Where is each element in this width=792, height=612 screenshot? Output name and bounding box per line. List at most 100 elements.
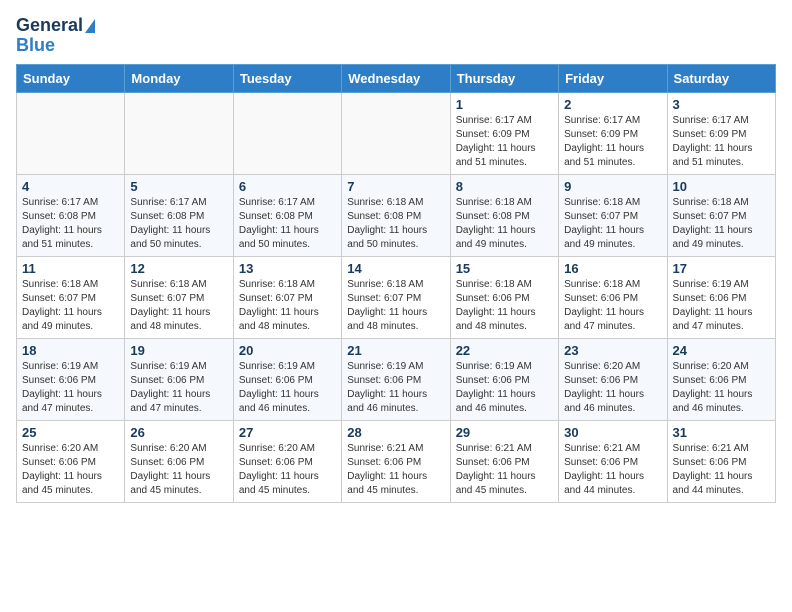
calendar-cell: 9 Sunrise: 6:18 AM Sunset: 6:07 PM Daylig…: [559, 174, 667, 256]
calendar: SundayMondayTuesdayWednesdayThursdayFrid…: [16, 64, 776, 503]
logo-text-blue: Blue: [16, 36, 55, 56]
calendar-cell: 20 Sunrise: 6:19 AM Sunset: 6:06 PM Dayli…: [233, 338, 341, 420]
day-info: Sunrise: 6:19 AM Sunset: 6:06 PM Dayligh…: [673, 278, 770, 334]
day-info: Sunrise: 6:20 AM Sunset: 6:06 PM Dayligh…: [22, 442, 119, 498]
calendar-cell: 29 Sunrise: 6:21 AM Sunset: 6:06 PM Dayli…: [450, 420, 558, 502]
day-number: 23: [564, 343, 661, 358]
day-info: Sunrise: 6:17 AM Sunset: 6:08 PM Dayligh…: [130, 196, 227, 252]
day-number: 11: [22, 261, 119, 276]
day-number: 30: [564, 425, 661, 440]
header: General Blue: [16, 16, 776, 56]
day-info: Sunrise: 6:19 AM Sunset: 6:06 PM Dayligh…: [347, 360, 444, 416]
calendar-cell: 3 Sunrise: 6:17 AM Sunset: 6:09 PM Daylig…: [667, 92, 775, 174]
day-number: 2: [564, 97, 661, 112]
day-info: Sunrise: 6:20 AM Sunset: 6:06 PM Dayligh…: [564, 360, 661, 416]
calendar-cell: 5 Sunrise: 6:17 AM Sunset: 6:08 PM Daylig…: [125, 174, 233, 256]
day-info: Sunrise: 6:21 AM Sunset: 6:06 PM Dayligh…: [673, 442, 770, 498]
day-info: Sunrise: 6:21 AM Sunset: 6:06 PM Dayligh…: [456, 442, 553, 498]
day-info: Sunrise: 6:18 AM Sunset: 6:06 PM Dayligh…: [456, 278, 553, 334]
calendar-cell: 28 Sunrise: 6:21 AM Sunset: 6:06 PM Dayli…: [342, 420, 450, 502]
day-number: 22: [456, 343, 553, 358]
week-row-4: 18 Sunrise: 6:19 AM Sunset: 6:06 PM Dayli…: [17, 338, 776, 420]
day-number: 12: [130, 261, 227, 276]
calendar-cell: 30 Sunrise: 6:21 AM Sunset: 6:06 PM Dayli…: [559, 420, 667, 502]
day-info: Sunrise: 6:18 AM Sunset: 6:07 PM Dayligh…: [347, 278, 444, 334]
day-info: Sunrise: 6:21 AM Sunset: 6:06 PM Dayligh…: [347, 442, 444, 498]
day-number: 21: [347, 343, 444, 358]
day-info: Sunrise: 6:19 AM Sunset: 6:06 PM Dayligh…: [22, 360, 119, 416]
calendar-cell: 21 Sunrise: 6:19 AM Sunset: 6:06 PM Dayli…: [342, 338, 450, 420]
calendar-cell: 6Sunrise: 6:17 AM Sunset: 6:08 PM Daylig…: [233, 174, 341, 256]
day-info: Sunrise: 6:19 AM Sunset: 6:06 PM Dayligh…: [456, 360, 553, 416]
header-thursday: Thursday: [450, 64, 558, 92]
week-row-3: 11 Sunrise: 6:18 AM Sunset: 6:07 PM Dayli…: [17, 256, 776, 338]
calendar-cell: 15 Sunrise: 6:18 AM Sunset: 6:06 PM Dayli…: [450, 256, 558, 338]
day-info: Sunrise: 6:20 AM Sunset: 6:06 PM Dayligh…: [130, 442, 227, 498]
week-row-2: 4 Sunrise: 6:17 AM Sunset: 6:08 PM Daylig…: [17, 174, 776, 256]
calendar-cell: 27 Sunrise: 6:20 AM Sunset: 6:06 PM Dayli…: [233, 420, 341, 502]
day-info: Sunrise: 6:20 AM Sunset: 6:06 PM Dayligh…: [239, 442, 336, 498]
calendar-cell: [233, 92, 341, 174]
calendar-cell: 23 Sunrise: 6:20 AM Sunset: 6:06 PM Dayli…: [559, 338, 667, 420]
day-info: Sunrise: 6:18 AM Sunset: 6:07 PM Dayligh…: [564, 196, 661, 252]
week-row-1: 1Sunrise: 6:17 AM Sunset: 6:09 PM Daylig…: [17, 92, 776, 174]
header-friday: Friday: [559, 64, 667, 92]
header-sunday: Sunday: [17, 64, 125, 92]
day-info: Sunrise: 6:18 AM Sunset: 6:06 PM Dayligh…: [564, 278, 661, 334]
day-number: 3: [673, 97, 770, 112]
day-number: 7: [347, 179, 444, 194]
day-info: Sunrise: 6:19 AM Sunset: 6:06 PM Dayligh…: [239, 360, 336, 416]
day-info: Sunrise: 6:17 AM Sunset: 6:09 PM Dayligh…: [673, 114, 770, 170]
header-tuesday: Tuesday: [233, 64, 341, 92]
calendar-cell: 2Sunrise: 6:17 AM Sunset: 6:09 PM Daylig…: [559, 92, 667, 174]
day-number: 29: [456, 425, 553, 440]
day-number: 19: [130, 343, 227, 358]
calendar-cell: 12Sunrise: 6:18 AM Sunset: 6:07 PM Dayli…: [125, 256, 233, 338]
calendar-cell: 4 Sunrise: 6:17 AM Sunset: 6:08 PM Daylig…: [17, 174, 125, 256]
calendar-cell: 26 Sunrise: 6:20 AM Sunset: 6:06 PM Dayli…: [125, 420, 233, 502]
day-number: 25: [22, 425, 119, 440]
day-number: 26: [130, 425, 227, 440]
calendar-cell: 22 Sunrise: 6:19 AM Sunset: 6:06 PM Dayli…: [450, 338, 558, 420]
calendar-cell: 19 Sunrise: 6:19 AM Sunset: 6:06 PM Dayli…: [125, 338, 233, 420]
day-info: Sunrise: 6:19 AM Sunset: 6:06 PM Dayligh…: [130, 360, 227, 416]
day-number: 27: [239, 425, 336, 440]
day-number: 16: [564, 261, 661, 276]
day-number: 24: [673, 343, 770, 358]
day-number: 28: [347, 425, 444, 440]
calendar-cell: [342, 92, 450, 174]
day-number: 17: [673, 261, 770, 276]
logo-text-general: General: [16, 16, 83, 36]
day-number: 9: [564, 179, 661, 194]
day-info: Sunrise: 6:18 AM Sunset: 6:08 PM Dayligh…: [456, 196, 553, 252]
calendar-cell: 11 Sunrise: 6:18 AM Sunset: 6:07 PM Dayli…: [17, 256, 125, 338]
calendar-cell: 31Sunrise: 6:21 AM Sunset: 6:06 PM Dayli…: [667, 420, 775, 502]
day-info: Sunrise: 6:18 AM Sunset: 6:07 PM Dayligh…: [22, 278, 119, 334]
day-number: 18: [22, 343, 119, 358]
day-number: 10: [673, 179, 770, 194]
week-row-5: 25 Sunrise: 6:20 AM Sunset: 6:06 PM Dayli…: [17, 420, 776, 502]
day-number: 13: [239, 261, 336, 276]
logo-icon: [85, 19, 95, 33]
day-number: 20: [239, 343, 336, 358]
day-number: 4: [22, 179, 119, 194]
day-number: 5: [130, 179, 227, 194]
calendar-cell: 1Sunrise: 6:17 AM Sunset: 6:09 PM Daylig…: [450, 92, 558, 174]
header-monday: Monday: [125, 64, 233, 92]
header-wednesday: Wednesday: [342, 64, 450, 92]
calendar-header-row: SundayMondayTuesdayWednesdayThursdayFrid…: [17, 64, 776, 92]
day-info: Sunrise: 6:21 AM Sunset: 6:06 PM Dayligh…: [564, 442, 661, 498]
calendar-cell: [125, 92, 233, 174]
calendar-cell: 13Sunrise: 6:18 AM Sunset: 6:07 PM Dayli…: [233, 256, 341, 338]
day-info: Sunrise: 6:17 AM Sunset: 6:08 PM Dayligh…: [22, 196, 119, 252]
calendar-cell: 14Sunrise: 6:18 AM Sunset: 6:07 PM Dayli…: [342, 256, 450, 338]
calendar-cell: 10 Sunrise: 6:18 AM Sunset: 6:07 PM Dayli…: [667, 174, 775, 256]
day-info: Sunrise: 6:20 AM Sunset: 6:06 PM Dayligh…: [673, 360, 770, 416]
day-number: 15: [456, 261, 553, 276]
calendar-cell: 17 Sunrise: 6:19 AM Sunset: 6:06 PM Dayli…: [667, 256, 775, 338]
day-info: Sunrise: 6:18 AM Sunset: 6:07 PM Dayligh…: [673, 196, 770, 252]
day-number: 8: [456, 179, 553, 194]
calendar-cell: 25 Sunrise: 6:20 AM Sunset: 6:06 PM Dayli…: [17, 420, 125, 502]
day-info: Sunrise: 6:17 AM Sunset: 6:08 PM Dayligh…: [239, 196, 336, 252]
calendar-cell: 16 Sunrise: 6:18 AM Sunset: 6:06 PM Dayli…: [559, 256, 667, 338]
